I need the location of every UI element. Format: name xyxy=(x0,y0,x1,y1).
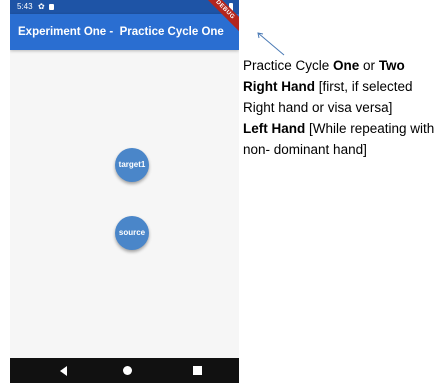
annotation-cycle-one: One xyxy=(333,58,360,73)
annotation-line-cycle: Practice Cycle One or Two xyxy=(243,55,446,76)
annotation-left-hand: Left Hand xyxy=(243,121,306,136)
annotation-cycle-prefix: Practice Cycle xyxy=(243,58,334,73)
annotation-right-hand: Right Hand xyxy=(243,79,315,94)
annotation-cycle-two: Two xyxy=(378,58,405,73)
annotation-text: Practice Cycle One or Two Right Hand [fi… xyxy=(243,55,446,160)
annotation-line-right-hand: Right Hand [first, if selected Right han… xyxy=(243,76,446,118)
annotation-cycle-or: or xyxy=(359,58,379,73)
annotation-line-left-hand: Left Hand [While repeating with non- dom… xyxy=(243,118,446,160)
